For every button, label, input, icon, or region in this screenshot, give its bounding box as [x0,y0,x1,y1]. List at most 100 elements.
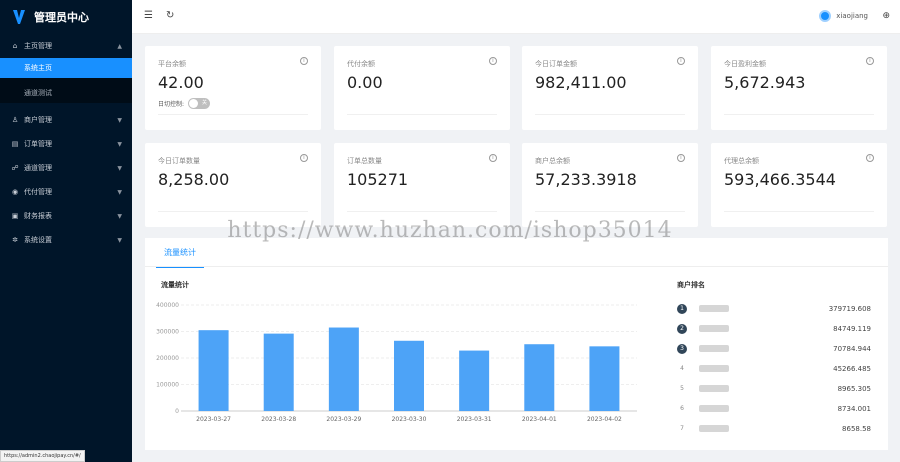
chevron-up-icon: ▲ [117,42,122,50]
rank-number: 7 [680,425,684,432]
globe-icon[interactable]: ⊕ [882,11,890,21]
stat-card-payout-balance: 代付余额 i 0.00 [334,46,510,130]
card-divider [724,211,874,212]
daily-cut-switch[interactable]: 关 [188,98,211,109]
daily-cut-toggle-row: 日切控制: 关 [158,98,211,109]
stat-label: 订单总数量 [347,157,382,165]
chevron-down-icon: ▼ [117,140,122,148]
bar [459,350,490,411]
merchant-name-redacted [699,405,729,412]
rank-amount: 8658.58 [842,425,871,433]
stat-card-total-orders: 订单总数量 i 105271 [334,143,510,227]
stat-value: 42.00 [158,73,204,92]
sidebar-group-merchant[interactable]: ♙ 商户管理 ▼ [0,108,132,132]
sidebar-group-home[interactable]: ⌂ 主页管理 ▲ [0,34,132,58]
rank-amount: 379719.608 [828,305,871,313]
traffic-panel: 流量统计 流量统计 0 100000 200000 300000 400000 2023-… [145,238,888,450]
payout-icon: ◉ [11,188,19,196]
stat-label: 平台余额 [158,60,186,68]
merchant-name-redacted [699,425,729,432]
ranking-row: 4 45266.485 [677,364,871,376]
chevron-down-icon: ▼ [117,116,122,124]
info-icon[interactable]: i [677,57,685,65]
logo[interactable]: 管理员中心 [0,0,132,34]
rank-amount: 84749.119 [833,325,871,333]
ranking-row: 1 379719.608 [677,304,871,316]
bar [589,346,620,411]
order-icon: ▤ [11,140,19,148]
info-icon[interactable]: i [300,57,308,65]
menu-fold-icon[interactable]: ☰ [144,10,153,21]
sidebar-group-channel[interactable]: ☍ 通道管理 ▼ [0,156,132,180]
card-divider [347,211,497,212]
stat-label: 商户总余额 [535,157,570,165]
sidebar-group-label: 系统设置 [24,236,52,244]
stat-value: 593,466.3544 [724,170,836,189]
card-divider [347,114,497,115]
user-icon: ♙ [11,116,19,124]
x-tick-label: 2023-03-29 [326,416,361,423]
rank-number: 3 [677,344,687,354]
info-icon[interactable]: i [300,154,308,162]
stat-card-today-profit: 今日盈利金额 i 5,672.943 [711,46,887,130]
channel-icon: ☍ [11,164,19,172]
sidebar-item-channel-test[interactable]: 通道测试 [0,83,132,103]
sidebar-group-label: 商户管理 [24,116,52,124]
tab-traffic-stats[interactable]: 流量统计 [156,247,204,268]
stat-card-platform-balance: 平台余额 i 42.00 日切控制: 关 [145,46,321,130]
x-tick-label: 2023-04-02 [587,416,622,423]
sidebar-submenu-home: 系统主页 通道测试 [0,58,132,103]
info-icon[interactable]: i [866,154,874,162]
rank-number: 1 [677,304,687,314]
user-menu[interactable]: xiaojiang [819,10,868,22]
stat-label: 今日订单金额 [535,60,577,68]
x-tick-label: 2023-04-01 [522,416,557,423]
stat-card-today-order-count: 今日订单数量 i 8,258.00 [145,143,321,227]
y-tick-label: 400000 [156,302,179,309]
ranking-title: 商户排名 [677,281,705,289]
refresh-icon[interactable]: ↻ [166,10,174,21]
chart-title: 流量统计 [161,281,189,289]
x-tick-label: 2023-03-30 [392,416,427,423]
sidebar-group-payout[interactable]: ◉ 代付管理 ▼ [0,180,132,204]
sidebar-group-report[interactable]: ▣ 财务报表 ▼ [0,204,132,228]
chevron-down-icon: ▼ [117,188,122,196]
ranking-row: 3 70784.944 [677,344,871,356]
info-icon[interactable]: i [866,57,874,65]
card-divider [724,114,874,115]
stat-value: 105271 [347,170,409,189]
x-tick-label: 2023-03-28 [261,416,296,423]
ranking-row: 7 8658.58 [677,424,871,436]
home-icon: ⌂ [12,42,18,50]
info-icon[interactable]: i [489,57,497,65]
y-tick-label: 100000 [156,382,179,389]
merchant-name-redacted [699,365,729,372]
info-icon[interactable]: i [677,154,685,162]
report-icon: ▣ [11,212,19,220]
stat-label: 代理总余额 [724,157,759,165]
toggle-label: 日切控制: [158,101,185,108]
sidebar-group-label: 财务报表 [24,212,52,220]
ranking-row: 2 84749.119 [677,324,871,336]
card-divider [158,114,308,115]
sidebar-item-system-home[interactable]: 系统主页 [0,58,132,78]
merchant-name-redacted [699,345,729,352]
ranking-row: 5 8965.305 [677,384,871,396]
stat-value: 0.00 [347,73,383,92]
bar [328,327,359,411]
avatar [819,10,832,22]
rank-number: 6 [680,405,684,412]
card-divider [535,114,685,115]
rank-amount: 70784.944 [833,345,871,353]
bar [263,333,294,411]
rank-amount: 45266.485 [833,365,871,373]
sidebar-group-order[interactable]: ▤ 订单管理 ▼ [0,132,132,156]
rank-amount: 8734.001 [837,405,871,413]
card-divider [535,211,685,212]
info-icon[interactable]: i [489,154,497,162]
stat-label: 今日订单数量 [158,157,200,165]
stat-value: 8,258.00 [158,170,230,189]
tab-divider [145,266,888,267]
sidebar-group-settings[interactable]: ✲ 系统设置 ▼ [0,228,132,252]
card-divider [158,211,308,212]
